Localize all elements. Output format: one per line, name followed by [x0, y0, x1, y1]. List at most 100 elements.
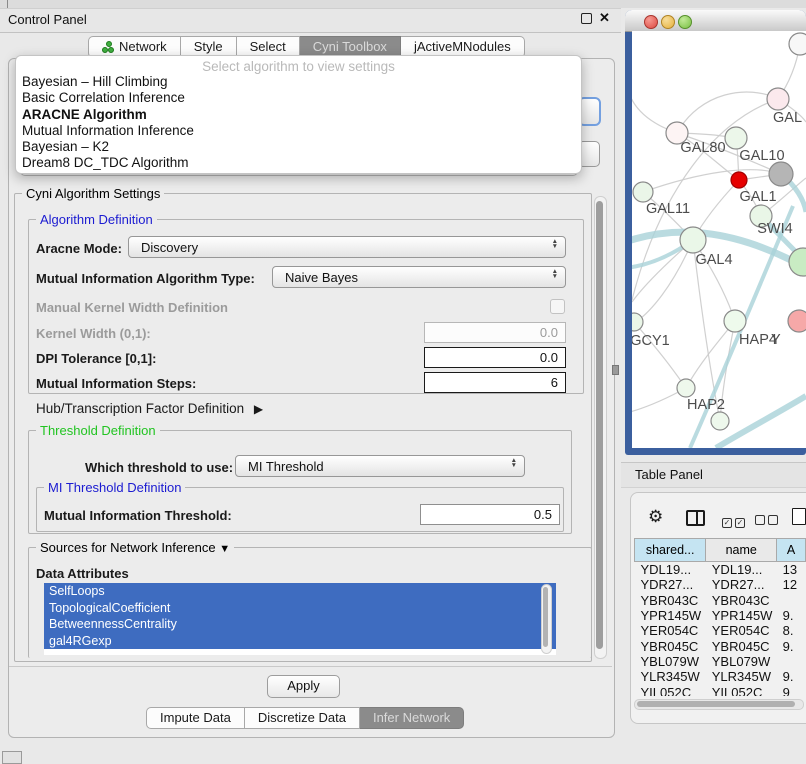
table-hscrollbar[interactable]	[634, 699, 804, 710]
table-cell[interactable]: 13	[777, 562, 806, 578]
settings-scrollbar[interactable]	[594, 196, 607, 659]
network-edge[interactable]	[686, 321, 735, 388]
table-row[interactable]: YDR27...YDR27...12	[635, 577, 806, 592]
deselect-all-columns-button[interactable]	[755, 512, 778, 530]
table-cell[interactable]: YIL052C	[635, 684, 706, 696]
network-node-gal4[interactable]	[680, 227, 706, 253]
mi-steps-field[interactable]: 6	[424, 372, 566, 393]
zoom-window-icon[interactable]	[678, 15, 692, 29]
attribute-list-item[interactable]: TopologicalCoefficient	[44, 600, 556, 617]
table-row[interactable]: YER054CYER054C8.	[635, 623, 806, 638]
close-panel-button[interactable]: ✕	[599, 12, 610, 23]
table-row[interactable]: YBR043CYBR043C	[635, 593, 806, 608]
network-node-gal1[interactable]	[731, 172, 747, 188]
network-node-gcy1[interactable]	[632, 313, 643, 331]
algorithm-option[interactable]: Basic Correlation Inference	[16, 90, 581, 106]
manual-kernel-checkbox[interactable]	[550, 299, 565, 314]
table-cell[interactable]: 9.	[777, 669, 806, 684]
table-row[interactable]: YIL052CYIL052C9	[635, 684, 806, 696]
mi-threshold-field[interactable]: 0.5	[420, 504, 560, 525]
network-node-hap4[interactable]	[724, 310, 746, 332]
table-row[interactable]: YBL079WYBL079W	[635, 654, 806, 669]
attribute-list-item[interactable]: gal4RGexp	[44, 633, 556, 650]
network-edge[interactable]	[677, 92, 778, 133]
table-cell[interactable]: YLR345W	[635, 669, 706, 684]
minimize-window-icon[interactable]	[661, 15, 675, 29]
network-node[interactable]	[789, 33, 806, 55]
network-edge[interactable]	[636, 240, 693, 322]
network-node[interactable]	[769, 162, 793, 186]
network-node-gal10[interactable]	[725, 127, 747, 149]
settings-scrollbar-thumb[interactable]	[596, 201, 603, 649]
data-attributes-list[interactable]: SelfLoopsTopologicalCoefficientBetweenne…	[44, 583, 556, 655]
hub-definition-expander[interactable]: Hub/Transcription Factor Definition ▶	[36, 401, 263, 416]
tab-discretize-data[interactable]: Discretize Data	[245, 707, 360, 729]
close-window-icon[interactable]	[644, 15, 658, 29]
table-cell[interactable]: YDR27...	[635, 577, 706, 592]
apply-button[interactable]: Apply	[267, 675, 340, 698]
table-cell[interactable]: 9.	[777, 638, 806, 653]
select-all-columns-button[interactable]: ✓✓	[722, 512, 745, 530]
table-cell[interactable]: 9	[777, 684, 806, 696]
network-edge[interactable]	[634, 322, 686, 388]
table-cell[interactable]: YBR045C	[635, 638, 706, 653]
column-header[interactable]: shared...	[635, 539, 706, 562]
table-cell[interactable]: YPR145W	[706, 608, 777, 623]
table-hscrollbar-thumb[interactable]	[637, 701, 795, 707]
network-node-y[interactable]	[788, 310, 806, 332]
table-row[interactable]: YBR045CYBR045C9.	[635, 638, 806, 653]
table-cell[interactable]: YIL052C	[706, 684, 777, 696]
network-node[interactable]	[711, 412, 729, 430]
table-cell[interactable]: 12	[777, 577, 806, 592]
tab-infer-network[interactable]: Infer Network	[360, 707, 464, 729]
algorithm-option[interactable]: Bayesian – Hill Climbing	[16, 74, 581, 90]
table-row[interactable]: YDL19...YDL19...13	[635, 562, 806, 578]
table-cell[interactable]: YPR145W	[635, 608, 706, 623]
show-columns-button[interactable]	[686, 510, 705, 526]
network-view-window[interactable]: GALGAL80GAL10GAL1GAL11SWI4GAL4GCY1HAP4YH…	[625, 10, 806, 455]
table-cell[interactable]: YBL079W	[706, 654, 777, 669]
table-cell[interactable]: YDL19...	[706, 562, 777, 578]
dpi-tolerance-field[interactable]: 0.0	[424, 347, 566, 368]
network-node-hap2[interactable]	[677, 379, 695, 397]
splitter-handle[interactable]	[612, 365, 619, 375]
aracne-mode-combobox[interactable]: Discovery ▲▼	[128, 236, 566, 258]
corner-mini-button[interactable]	[2, 751, 22, 764]
attributes-scrollbar-thumb[interactable]	[543, 587, 548, 647]
table-cell[interactable]: YBL079W	[635, 654, 706, 669]
network-node[interactable]	[789, 248, 806, 276]
algorithm-option[interactable]: ARACNE Algorithm	[16, 107, 581, 123]
attribute-list-item[interactable]: BetweennessCentrality	[44, 616, 556, 633]
attribute-list-item[interactable]: SelfLoops	[44, 583, 556, 600]
table-row[interactable]: YLR345WYLR345W9.	[635, 669, 806, 684]
algorithm-option[interactable]: Bayesian – K2	[16, 139, 581, 155]
float-panel-button[interactable]	[581, 13, 592, 24]
tab-impute-data[interactable]: Impute Data	[146, 707, 245, 729]
table-cell[interactable]: YBR043C	[706, 593, 777, 608]
table-settings-button[interactable]: ⚙	[648, 507, 663, 527]
table-cell[interactable]: YER054C	[706, 623, 777, 638]
table-cell[interactable]	[777, 654, 806, 669]
algorithm-option[interactable]: Mutual Information Inference	[16, 123, 581, 139]
table-cell[interactable]	[777, 593, 806, 608]
table-cell[interactable]: YDR27...	[706, 577, 777, 592]
table-cell[interactable]: YBR043C	[635, 593, 706, 608]
table-cell[interactable]: YBR045C	[706, 638, 777, 653]
column-header[interactable]: A	[777, 539, 806, 562]
node-table[interactable]: shared...nameAYDL19...YDL19...13YDR27...…	[634, 538, 806, 696]
mi-type-combobox[interactable]: Naive Bayes ▲▼	[272, 266, 566, 288]
network-node-gal11[interactable]	[633, 182, 653, 202]
kernel-width-field[interactable]: 0.0	[424, 322, 566, 343]
table-cell[interactable]: YLR345W	[706, 669, 777, 684]
network-canvas[interactable]: GALGAL80GAL10GAL1GAL11SWI4GAL4GCY1HAP4YH…	[632, 31, 806, 448]
table-cell[interactable]: 8.	[777, 623, 806, 638]
table-cell[interactable]: 9.	[777, 608, 806, 623]
table-row[interactable]: YPR145WYPR145W9.	[635, 608, 806, 623]
network-graph[interactable]: GALGAL80GAL10GAL1GAL11SWI4GAL4GCY1HAP4YH…	[632, 31, 806, 448]
attributes-scrollbar[interactable]	[541, 584, 552, 654]
table-cell[interactable]: YER054C	[635, 623, 706, 638]
table-cell[interactable]: YDL19...	[635, 562, 706, 578]
algorithm-option[interactable]: Dream8 DC_TDC Algorithm	[16, 155, 581, 171]
column-header[interactable]: name	[706, 539, 777, 562]
network-node-gal[interactable]	[767, 88, 789, 110]
